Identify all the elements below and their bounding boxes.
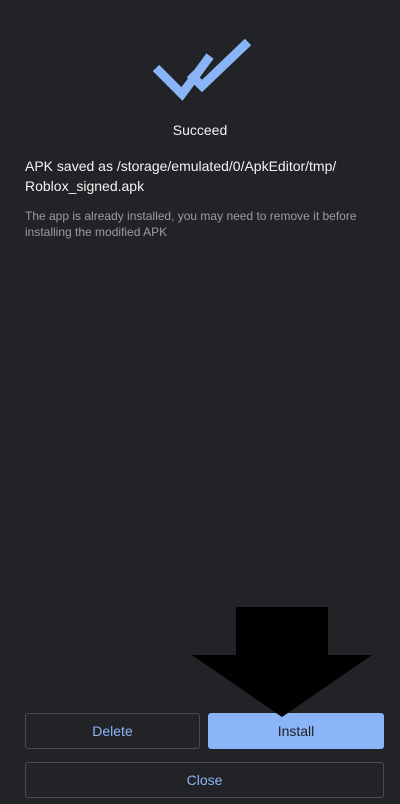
pointer-arrow-icon [192,607,372,717]
save-path-message: APK saved as /storage/emulated/0/ApkEdit… [25,158,337,194]
success-dialog: Succeed APK saved as /storage/emulated/0… [0,0,400,804]
already-installed-note: The app is already installed, you may ne… [25,209,357,239]
close-button[interactable]: Close [25,762,384,798]
install-button[interactable]: Install [208,713,384,749]
dialog-title: Succeed [172,122,228,138]
double-check-icon [152,38,252,101]
delete-button[interactable]: Delete [25,713,200,749]
